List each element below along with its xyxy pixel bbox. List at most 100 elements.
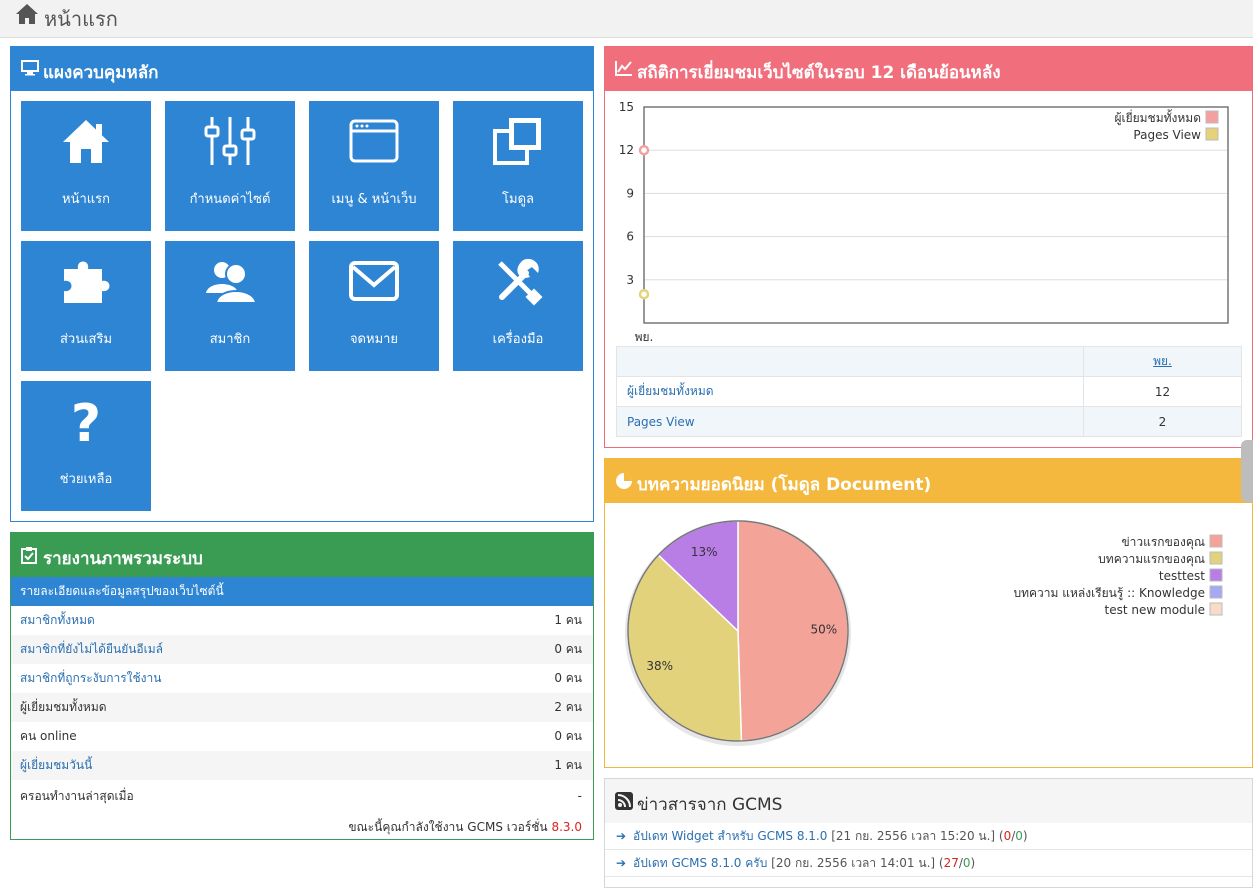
report-row-value: 2 คน [554, 700, 582, 714]
line-chart-icon [615, 61, 632, 76]
report-row-link[interactable]: สมาชิกที่ถูกระงับการใช้งาน [20, 664, 161, 693]
svg-text:?: ? [71, 395, 101, 447]
legend-swatch [1205, 127, 1219, 141]
system-report-panel: รายงานภาพรวมระบบ รายละเอียดและข้อมูลสรุป… [10, 532, 594, 840]
version-number: 8.3.0 [551, 820, 582, 834]
tile-site-settings[interactable]: กำหนดค่าไซต์ [165, 101, 295, 231]
report-row-label: ครอนทำงานล่าสุดเมื่อ [20, 789, 134, 803]
table-header-row: พย. [616, 346, 1242, 377]
report-row-label: ผู้เยี่ยมชมทั้งหมด [20, 700, 107, 714]
page-header: หน้าแรก [0, 0, 1253, 38]
home-icon [16, 4, 38, 24]
report-row-link[interactable]: สมาชิกทั้งหมด [20, 606, 95, 635]
tile-label: ส่วนเสริม [59, 332, 113, 347]
tile-label: หน้าแรก [62, 192, 110, 207]
y-tick-label: 3 [626, 273, 634, 287]
news-item-text: อัปเดท GCMS 8.1.0 ครับ [20 กย. 2556 เวลา… [633, 856, 976, 870]
page-title: หน้าแรก [44, 7, 118, 31]
row-label-link[interactable]: Pages View [627, 415, 695, 429]
report-row-label: คน online [20, 729, 77, 743]
tile-mail[interactable]: จดหมาย [309, 241, 439, 371]
report-row: ผู้เยี่ยมชมทั้งหมด 2 คน [11, 693, 593, 722]
report-row-value: 0 คน [554, 642, 582, 656]
legend-swatch [1209, 534, 1223, 548]
tile-home[interactable]: หน้าแรก [21, 101, 151, 231]
report-row-link[interactable]: สมาชิกที่ยังไม่ได้ยืนยันอีเมล์ [20, 635, 163, 664]
table-cell-label: Pages View [616, 406, 1084, 437]
pie-slice-label: 13% [691, 545, 718, 559]
version-prefix: ขณะนี้คุณกำลังใช้งาน GCMS เวอร์ชั่น [348, 820, 548, 834]
tile-members[interactable]: สมาชิก [165, 241, 295, 371]
arrow-right-icon: ➔ [616, 856, 627, 870]
tile-tools[interactable]: เครื่องมือ [453, 241, 583, 371]
news-meta: [21 กย. 2556 เวลา 15:20 น.] [831, 829, 996, 843]
pie-slice-label: 50% [810, 623, 837, 637]
system-report-title: รายงานภาพรวมระบบ [43, 549, 203, 569]
system-report-header: รายงานภาพรวมระบบ [11, 533, 593, 577]
tile-label: ช่วยเหลือ [59, 472, 113, 487]
sliders-icon [204, 117, 256, 165]
popular-articles-pie-chart: 50% 38% 13% ข่าวแรกของคุณบทความแรกของคุณ te… [625, 520, 1223, 746]
visitor-stats-panel: สถิติการเยี่ยมชมเว็บไซต์ในรอบ 12 เดือนย้… [604, 46, 1253, 448]
tile-help[interactable]: ? ช่วยเหลือ [21, 381, 151, 511]
table-row: ผู้เยี่ยมชมทั้งหมด 12 [616, 376, 1242, 407]
news-item: ➔ อัปเดท Widget สำหรับ GCMS 8.1.0 [21 กย… [605, 823, 1252, 850]
legend-label: testtest [1159, 569, 1205, 583]
news-count-views: 27 [943, 856, 959, 870]
news-link[interactable]: อัปเดท Widget สำหรับ GCMS 8.1.0 [633, 829, 827, 843]
gcms-news-title: ข่าวสารจาก GCMS [637, 795, 783, 815]
table-cell-value: 12 [1083, 376, 1242, 407]
data-point [638, 144, 650, 156]
tile-modules[interactable]: โมดูล [453, 101, 583, 231]
legend-swatch [1205, 110, 1219, 124]
control-panel-header: แผงควบคุมหลัก [11, 47, 593, 91]
tile-label: สมาชิก [209, 332, 251, 347]
y-tick-label: 6 [626, 230, 634, 244]
table-row: Pages View 2 [616, 406, 1242, 437]
legend-label: บทความ แหล่งเรียนรู้ :: Knowledge [1013, 586, 1205, 601]
report-row: ครอนทำงานล่าสุดเมื่อ - [11, 782, 593, 811]
table-cell-label: ผู้เยี่ยมชมทั้งหมด [616, 376, 1084, 407]
pie-chart-icon [616, 473, 632, 489]
legend-label: ผู้เยี่ยมชมทั้งหมด [1114, 109, 1201, 126]
legend-label: test new module [1105, 603, 1205, 617]
report-row-value: 0 คน [554, 671, 582, 685]
rss-icon [615, 792, 633, 810]
scroll-handle[interactable] [1241, 440, 1253, 502]
row-label-link[interactable]: ผู้เยี่ยมชมทั้งหมด [627, 384, 714, 398]
tile-menu-pages[interactable]: เมนู & หน้าเว็บ [309, 101, 439, 231]
report-row: สมาชิกที่ถูกระงับการใช้งาน 0 คน [11, 664, 593, 693]
table-header-cell: พย. [1083, 346, 1242, 377]
legend-label: บทความแรกของคุณ [1098, 552, 1205, 567]
news-count-views: 0 [1003, 829, 1012, 843]
report-row-value: - [577, 789, 582, 803]
news-count-comments: 0 [962, 856, 971, 870]
popular-articles-panel: บทความยอดนิยม (โมดูล Document) 50% 38% 13%… [604, 458, 1253, 768]
news-item-text: อัปเดท Widget สำหรับ GCMS 8.1.0 [21 กย. … [633, 829, 1028, 843]
news-item: ➔ อัปเดท GCMS 8.1.0 ครับ [20 กย. 2556 เว… [605, 850, 1252, 877]
table-cell-value: 2 [1083, 406, 1242, 437]
legend-swatch [1209, 568, 1223, 582]
legend-swatch [1209, 551, 1223, 565]
report-row-link[interactable]: ผู้เยี่ยมชมวันนี้ [20, 751, 92, 780]
news-link[interactable]: อัปเดท GCMS 8.1.0 ครับ [633, 856, 767, 870]
data-point [638, 288, 650, 300]
question-icon: ? [71, 395, 101, 447]
report-row-value: 0 คน [554, 729, 582, 743]
pie-slice-label: 38% [646, 659, 673, 673]
monitor-icon [21, 60, 39, 76]
month-header-link[interactable]: พย. [1153, 354, 1172, 368]
visitor-stats-title: สถิติการเยี่ยมชมเว็บไซต์ในรอบ 12 เดือนย้… [637, 63, 1001, 83]
legend-swatch [1209, 585, 1223, 599]
y-tick-label: 9 [626, 186, 634, 200]
control-panel: แผงควบคุมหลัก หน้าแรก กำหนดค่าไซต์ เมนู … [10, 46, 594, 522]
tile-extensions[interactable]: ส่วนเสริม [21, 241, 151, 371]
clipboard-check-icon [21, 547, 37, 564]
news-meta: [20 กย. 2556 เวลา 14:01 น.] [771, 856, 936, 870]
puzzle-icon [64, 261, 110, 303]
gcms-news-header: ข่าวสารจาก GCMS [605, 779, 1252, 823]
report-row: สมาชิกทั้งหมด 1 คน [11, 606, 593, 635]
tile-label: จดหมาย [349, 332, 399, 347]
popular-articles-title: บทความยอดนิยม (โมดูล Document) [637, 475, 932, 495]
visitor-stats-table: พย. ผู้เยี่ยมชมทั้งหมด 12 Pages View 2 [616, 346, 1242, 437]
